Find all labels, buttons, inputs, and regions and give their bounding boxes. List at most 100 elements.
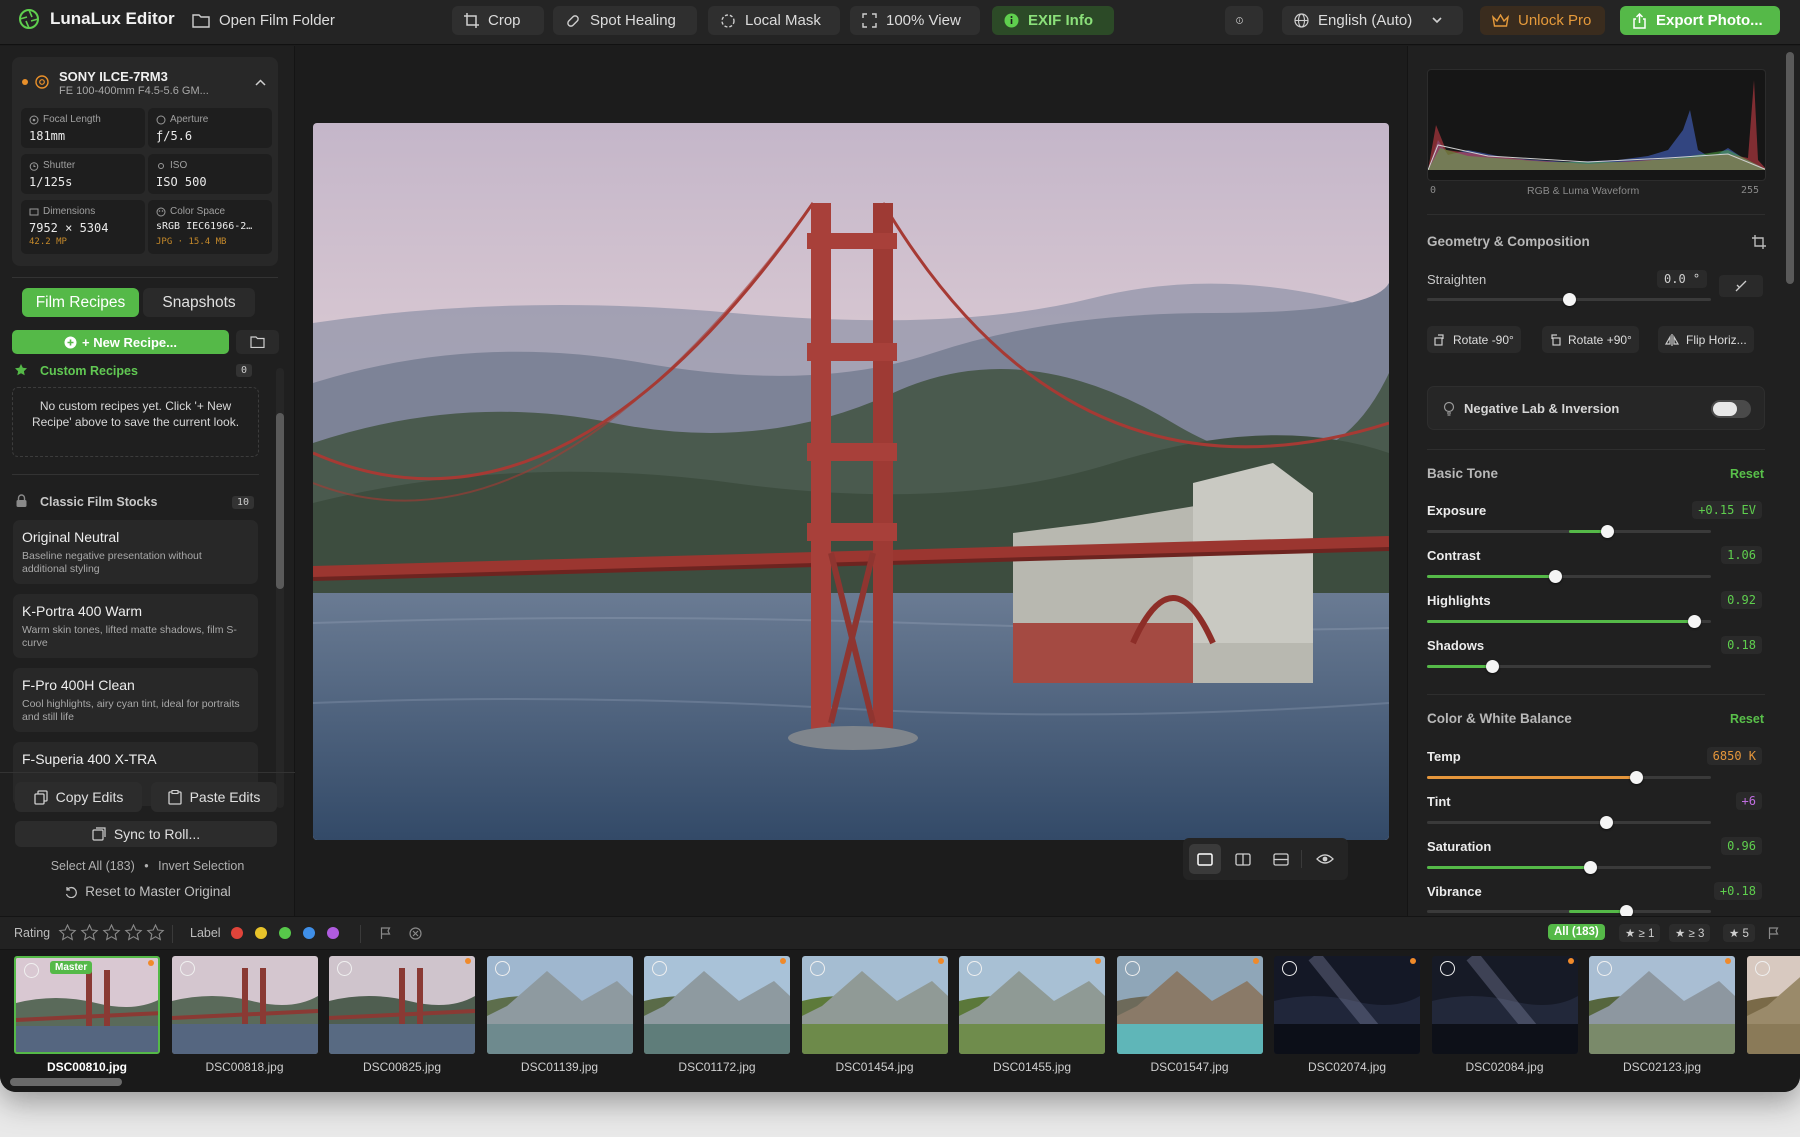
single-view-button[interactable] [1189,844,1221,874]
paste-edits-button[interactable]: Paste Edits [151,782,277,812]
filmstrip-thumb[interactable] [486,956,633,1054]
label-color-dot[interactable] [303,927,315,939]
tint-slider-knob[interactable] [1599,816,1613,829]
invert-selection-link[interactable]: Invert Selection [158,859,244,873]
sync-roll-button[interactable]: Sync to Roll... [15,821,277,847]
reset-master-link[interactable]: Reset to Master Original [0,884,295,899]
select-circle[interactable] [809,961,825,976]
exposure-slider[interactable] [1427,525,1711,538]
rotate-right-button[interactable]: Rotate +90° [1542,326,1639,353]
flip-horizontal-button[interactable]: Flip Horiz... [1658,326,1754,353]
flag-filter-icon[interactable] [1768,927,1780,940]
view-100-button[interactable]: 100% View [850,6,980,35]
star-outline-icon[interactable] [124,924,143,941]
color-balance-reset[interactable]: Reset [1730,712,1764,726]
filmstrip-thumb[interactable] [959,956,1105,1054]
reject-icon[interactable] [409,927,422,940]
highlights-slider[interactable] [1427,615,1711,628]
select-circle[interactable] [1439,961,1455,976]
split-view-button[interactable] [1227,844,1259,874]
select-all-link[interactable]: Select All (183) [51,859,135,873]
select-circle[interactable] [337,961,352,976]
filmstrip-scrollbar[interactable] [10,1078,1790,1086]
star-outline-icon[interactable] [80,924,99,941]
filmstrip-thumb[interactable] [1589,956,1735,1054]
contrast-slider[interactable] [1427,570,1711,583]
tab-snapshots[interactable]: Snapshots [143,288,255,317]
shadows-slider[interactable] [1427,660,1711,673]
export-photo-button[interactable]: Export Photo... [1620,6,1780,35]
select-circle[interactable] [967,961,982,976]
highlights-slider-knob[interactable] [1687,615,1701,628]
filmstrip-thumb[interactable] [329,956,475,1054]
filter-rating-3-button[interactable]: ★ ≥ 3 [1669,924,1711,942]
filmstrip-thumb[interactable]: Master [14,956,160,1054]
select-circle[interactable] [179,961,195,976]
filmstrip-thumb[interactable] [644,956,790,1054]
select-circle[interactable] [652,961,667,976]
star-outline-icon[interactable] [102,924,121,941]
auto-straighten-button[interactable] [1719,275,1763,297]
scrollbar-thumb[interactable] [1786,52,1794,284]
unlock-pro-button[interactable]: Unlock Pro [1480,6,1605,35]
filmstrip-thumb[interactable] [1274,956,1420,1054]
filmstrip-thumb[interactable] [1116,956,1263,1054]
spot-healing-button[interactable]: Spot Healing [553,6,697,35]
crop-button[interactable]: Crop [452,6,544,35]
preview-eye-button[interactable] [1309,844,1341,874]
select-circle[interactable] [494,961,510,976]
recipe-item[interactable]: K-Portra 400 Warm Warm skin tones, lifted… [13,594,258,658]
filter-rating-5-button[interactable]: ★ 5 [1723,924,1755,942]
flag-icon[interactable] [380,927,392,940]
contrast-slider-knob[interactable] [1548,570,1562,583]
straighten-slider[interactable] [1427,293,1711,306]
select-circle[interactable] [1597,961,1612,976]
saturation-slider-knob[interactable] [1584,861,1598,874]
filmstrip-thumb[interactable] [171,956,318,1054]
exif-info-button[interactable]: EXIF Info [992,6,1114,35]
scrollbar-thumb[interactable] [10,1078,122,1086]
saturation-slider[interactable] [1427,861,1711,874]
star-outline-icon[interactable] [146,924,165,941]
star-outline-icon[interactable] [58,924,77,941]
label-color-dot[interactable] [231,927,243,939]
stacked-view-button[interactable] [1265,844,1297,874]
select-circle[interactable] [1124,961,1140,976]
vibrance-slider[interactable] [1427,905,1711,918]
filter-rating-1-button[interactable]: ★ ≥ 1 [1619,924,1661,942]
language-select[interactable]: English (Auto) [1282,6,1463,35]
about-button[interactable] [1225,6,1263,35]
rotate-left-button[interactable]: Rotate -90° [1427,326,1521,353]
label-color-dot[interactable] [279,927,291,939]
filmstrip-thumb[interactable] [1746,956,1800,1054]
shadows-slider-knob[interactable] [1486,660,1500,673]
select-circle[interactable] [24,963,39,978]
tab-film-recipes[interactable]: Film Recipes [22,288,139,317]
temp-slider-knob[interactable] [1629,771,1643,784]
temp-slider[interactable] [1427,771,1711,784]
label-color-dot[interactable] [327,927,339,939]
filmstrip-thumb[interactable] [801,956,948,1054]
label-color-dot[interactable] [255,927,267,939]
basic-tone-reset[interactable]: Reset [1730,467,1764,481]
chevron-up-icon[interactable] [255,79,266,86]
recipe-item[interactable]: Original Neutral Baseline negative presen… [13,520,258,584]
filter-all-button[interactable]: All (183) [1548,924,1605,940]
crop-icon[interactable] [1752,235,1766,249]
negative-lab-toggle[interactable] [1711,400,1751,418]
local-mask-button[interactable]: Local Mask [708,6,840,35]
tint-slider[interactable] [1427,816,1711,829]
new-recipe-button[interactable]: + New Recipe... [12,330,229,354]
select-circle[interactable] [1282,961,1297,976]
recipe-item[interactable]: F-Pro 400H Clean Cool highlights, airy cy… [13,668,258,732]
scrollbar-thumb[interactable] [276,413,284,589]
straighten-slider-knob[interactable] [1563,293,1576,306]
recipe-scrollbar[interactable] [276,368,284,808]
exposure-slider-knob[interactable] [1601,525,1615,538]
copy-edits-button[interactable]: Copy Edits [15,782,142,812]
photo-preview[interactable] [313,123,1389,840]
select-circle[interactable] [1754,961,1770,976]
open-folder-button[interactable]: Open Film Folder [180,6,347,35]
recipe-folder-button[interactable] [236,330,279,354]
right-scrollbar[interactable] [1786,50,1794,912]
